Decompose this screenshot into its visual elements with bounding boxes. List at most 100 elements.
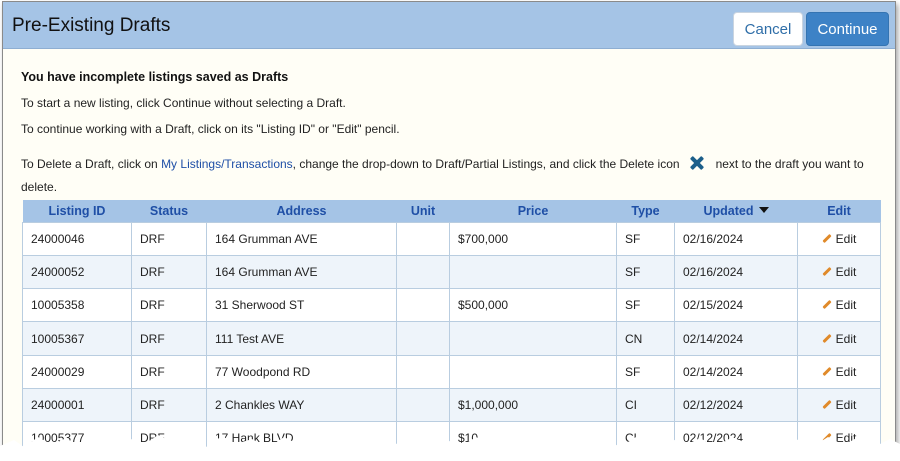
pencil-icon xyxy=(822,333,832,343)
edit-label: Edit xyxy=(835,264,857,279)
status-cell: DRF xyxy=(131,421,207,455)
table-header-row: Listing ID Status Address Unit Price Typ… xyxy=(22,200,881,222)
table-row: 10005377 DRF 17 Hank BLVD $10 CL 02/12/2024 Ed… xyxy=(22,421,881,455)
listing-id-link[interactable]: 10005367 xyxy=(22,321,132,356)
continue-button[interactable]: Continue xyxy=(806,12,889,46)
listing-id-link[interactable]: 24000046 xyxy=(22,221,132,256)
instructions-line-delete: To Delete a Draft, click on My Listings/… xyxy=(21,153,881,199)
updated-cell: 02/14/2024 xyxy=(674,321,798,356)
price-cell xyxy=(449,321,617,356)
edit-label: Edit xyxy=(835,298,857,313)
listing-id-link[interactable]: 24000001 xyxy=(22,387,132,423)
edit-link[interactable]: Edit xyxy=(797,354,881,389)
my-listings-link[interactable]: My Listings/Transactions xyxy=(161,157,293,171)
edit-label: Edit xyxy=(835,431,857,446)
unit-cell xyxy=(396,387,450,423)
edit-label: Edit xyxy=(835,231,857,246)
unit-cell xyxy=(396,221,450,256)
address-cell: 31 Sherwood ST xyxy=(206,288,397,323)
listing-id-link[interactable]: 10005377 xyxy=(22,421,132,455)
status-cell: DRF xyxy=(131,254,207,290)
pencil-icon xyxy=(822,300,832,310)
unit-cell xyxy=(396,254,450,290)
price-cell xyxy=(449,354,617,389)
type-cell: CL xyxy=(616,421,675,455)
pencil-icon xyxy=(822,233,832,243)
instructions-line-continue: To continue working with a Draft, click … xyxy=(21,122,400,136)
updated-cell: 02/16/2024 xyxy=(674,221,798,256)
type-cell: SF xyxy=(616,354,675,389)
type-cell: CN xyxy=(616,321,675,356)
price-cell: $700,000 xyxy=(449,221,617,256)
drafts-table: Listing ID Status Address Unit Price Typ… xyxy=(22,200,881,455)
status-cell: DRF xyxy=(131,221,207,256)
listing-id-link[interactable]: 10005358 xyxy=(22,288,132,323)
instructions-line-new: To start a new listing, click Continue w… xyxy=(21,96,346,110)
unit-cell xyxy=(396,288,450,323)
col-header-price[interactable]: Price xyxy=(449,200,617,222)
delete-text-prefix: To Delete a Draft, click on xyxy=(21,157,162,171)
unit-cell xyxy=(396,354,450,389)
status-cell: DRF xyxy=(131,321,207,356)
col-header-updated[interactable]: Updated xyxy=(674,200,798,222)
unit-cell xyxy=(396,421,450,455)
dialog-titlebar: Pre-Existing Drafts Cancel Continue xyxy=(3,2,895,49)
listing-id-link[interactable]: 24000052 xyxy=(22,254,132,290)
type-cell: CI xyxy=(616,387,675,423)
status-cell: DRF xyxy=(131,354,207,389)
col-header-edit: Edit xyxy=(797,200,881,222)
price-cell: $10 xyxy=(449,421,617,455)
unit-cell xyxy=(396,321,450,356)
delete-x-icon xyxy=(690,156,704,170)
table-row: 24000029 DRF 77 Woodpond RD SF 02/14/2024 Edi… xyxy=(22,354,881,389)
status-cell: DRF xyxy=(131,387,207,423)
table-row: 24000001 DRF 2 Chankles WAY $1,000,000 CI 02/… xyxy=(22,387,881,423)
col-header-listing-id[interactable]: Listing ID xyxy=(22,200,132,222)
cancel-button[interactable]: Cancel xyxy=(733,12,803,46)
table-row: 24000046 DRF 164 Grumman AVE $700,000 SF 02/1… xyxy=(22,221,881,256)
edit-link[interactable]: Edit xyxy=(797,254,881,290)
col-header-updated-label: Updated xyxy=(703,203,754,218)
edit-link[interactable]: Edit xyxy=(797,387,881,423)
pencil-icon xyxy=(822,366,832,376)
address-cell: 17 Hank BLVD xyxy=(206,421,397,455)
pre-existing-drafts-dialog: Pre-Existing Drafts Cancel Continue You … xyxy=(2,1,896,456)
pencil-icon xyxy=(822,400,832,410)
col-header-address[interactable]: Address xyxy=(206,200,397,222)
edit-link[interactable]: Edit xyxy=(797,321,881,356)
updated-cell: 02/15/2024 xyxy=(674,288,798,323)
edit-link[interactable]: Edit xyxy=(797,288,881,323)
edit-label: Edit xyxy=(835,331,857,346)
type-cell: SF xyxy=(616,254,675,290)
listing-id-link[interactable]: 24000029 xyxy=(22,354,132,389)
address-cell: 111 Test AVE xyxy=(206,321,397,356)
type-cell: SF xyxy=(616,288,675,323)
updated-cell: 02/12/2024 xyxy=(674,421,798,455)
status-cell: DRF xyxy=(131,288,207,323)
address-cell: 164 Grumman AVE xyxy=(206,254,397,290)
col-header-unit[interactable]: Unit xyxy=(396,200,450,222)
price-cell: $1,000,000 xyxy=(449,387,617,423)
table-row: 10005367 DRF 111 Test AVE CN 02/14/2024 Edit xyxy=(22,321,881,356)
edit-link[interactable]: Edit xyxy=(797,421,881,455)
updated-cell: 02/14/2024 xyxy=(674,354,798,389)
type-cell: SF xyxy=(616,221,675,256)
updated-cell: 02/16/2024 xyxy=(674,254,798,290)
address-cell: 2 Chankles WAY xyxy=(206,387,397,423)
col-header-type[interactable]: Type xyxy=(616,200,675,222)
pencil-icon xyxy=(822,266,832,277)
instructions-heading: You have incomplete listings saved as Dr… xyxy=(21,70,289,84)
edit-label: Edit xyxy=(835,398,857,413)
pencil-icon xyxy=(822,433,832,443)
sort-desc-icon xyxy=(758,206,769,213)
table-row: 24000052 DRF 164 Grumman AVE SF 02/16/2024 Ed… xyxy=(22,254,881,290)
price-cell xyxy=(449,254,617,290)
price-cell: $500,000 xyxy=(449,288,617,323)
col-header-status[interactable]: Status xyxy=(131,200,207,222)
edit-link[interactable]: Edit xyxy=(797,221,881,256)
edit-label: Edit xyxy=(835,364,857,379)
address-cell: 164 Grumman AVE xyxy=(206,221,397,256)
delete-text-mid: , change the drop-down to Draft/Partial … xyxy=(292,157,680,171)
dialog-title: Pre-Existing Drafts xyxy=(12,15,171,36)
table-row: 10005358 DRF 31 Sherwood ST $500,000 SF 02/15… xyxy=(22,288,881,323)
